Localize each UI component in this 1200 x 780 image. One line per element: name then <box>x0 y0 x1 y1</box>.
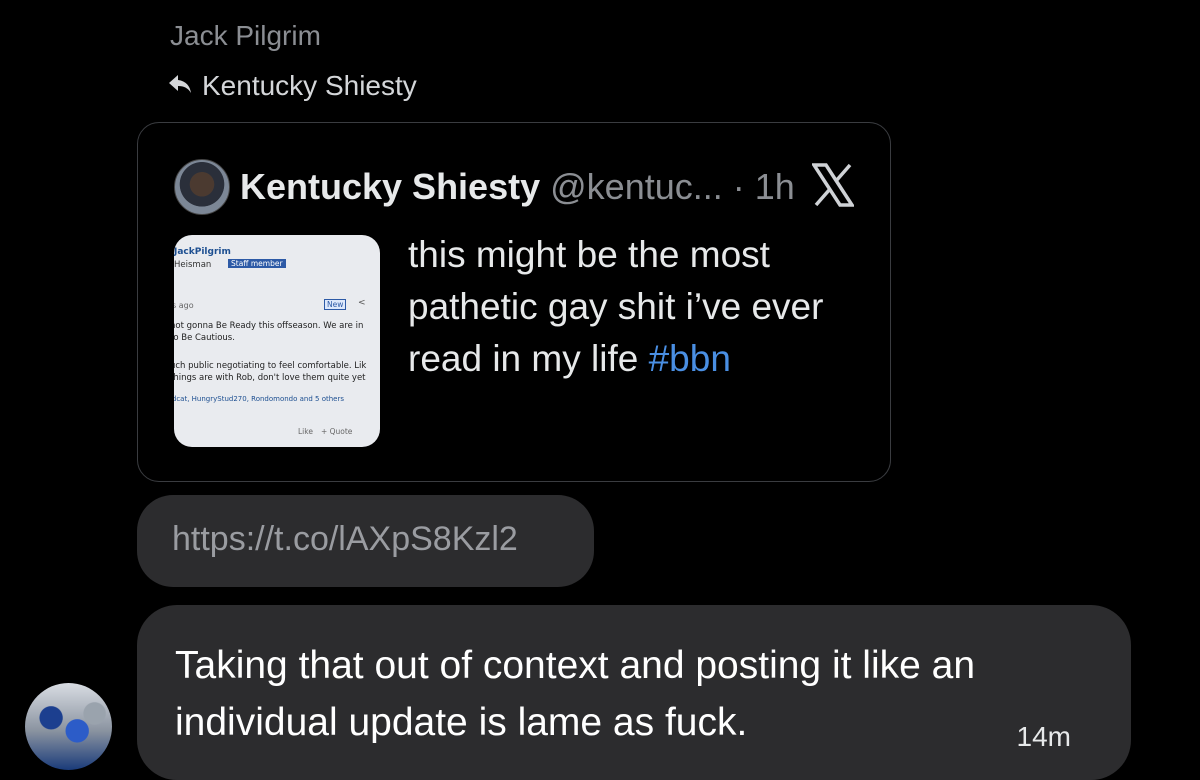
media-role: Heisman <box>174 260 212 270</box>
sender-name: Jack Pilgrim <box>170 20 321 51</box>
hashtag-link[interactable]: #bbn <box>649 338 731 379</box>
x-logo-icon <box>812 163 854 207</box>
media-text-line: not gonna Be Ready this offseason. We ar… <box>174 321 364 331</box>
quoted-post-text: this might be the most pathetic gay shit… <box>408 229 868 385</box>
media-like-label: Like <box>298 427 313 436</box>
media-share-icon: < <box>358 298 366 308</box>
media-reactors: ildcat, HungryStud270, Rondomondo and 5 … <box>174 395 344 403</box>
sender-avatar[interactable] <box>25 683 112 770</box>
quoted-author-handle: @kentuc... · 1h <box>550 166 795 207</box>
message-bubble[interactable]: Taking that out of context and posting i… <box>137 605 1131 780</box>
media-new-badge: New <box>324 299 347 310</box>
media-text-line: things are with Rob, don't love them qui… <box>174 373 366 383</box>
quoted-post-image[interactable]: JackPilgrim Heisman Staff member s ago N… <box>174 235 380 447</box>
quoted-post-header: Kentucky Shiesty @kentuc... · 1h <box>174 159 795 215</box>
media-actions: Like + Quote <box>298 427 352 436</box>
reply-indicator[interactable]: Kentucky Shiesty <box>168 70 417 102</box>
media-text-line: to Be Cautious. <box>174 333 235 343</box>
quoted-post-card[interactable]: Kentucky Shiesty @kentuc... · 1h JackPil… <box>137 122 891 482</box>
media-username: JackPilgrim <box>174 247 231 257</box>
reply-to-name: Kentucky Shiesty <box>202 70 417 101</box>
message-timestamp: 14m <box>1016 721 1071 752</box>
reply-arrow-icon <box>168 70 192 102</box>
link-message-bubble[interactable]: https://t.co/lAXpS8Kzl2 <box>137 495 594 587</box>
quoted-post-body: this might be the most pathetic gay shit… <box>408 234 824 379</box>
quoted-author-name: Kentucky Shiesty <box>240 166 541 207</box>
media-quote-label: + Quote <box>320 427 353 436</box>
media-staff-badge: Staff member <box>228 259 286 268</box>
message-text: Taking that out of context and posting i… <box>175 644 976 744</box>
media-text-line: uch public negotiating to feel comfortab… <box>174 361 367 371</box>
quoted-author-avatar <box>174 159 230 215</box>
media-timestamp: s ago <box>174 301 194 310</box>
link-url[interactable]: https://t.co/lAXpS8Kzl2 <box>172 520 518 558</box>
